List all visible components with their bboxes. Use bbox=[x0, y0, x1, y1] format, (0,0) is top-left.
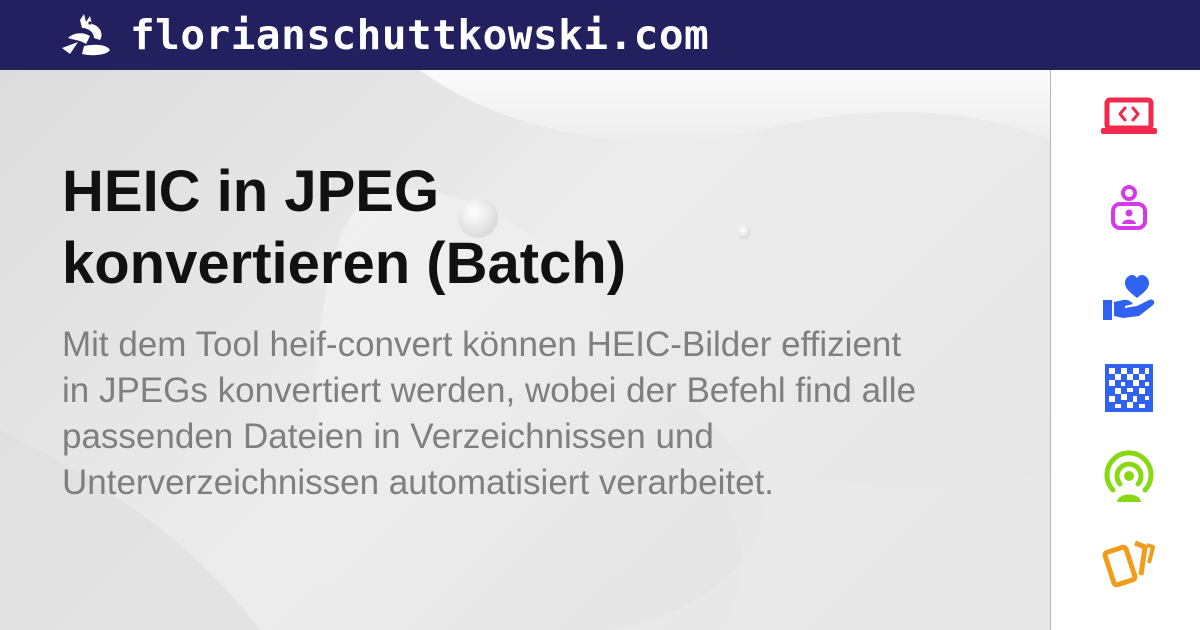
podcast-user-icon[interactable] bbox=[1101, 450, 1157, 506]
site-name[interactable]: florianschuttkowski.com bbox=[130, 10, 709, 60]
header-bar: florianschuttkowski.com bbox=[0, 0, 1200, 70]
page-title: HEIC in JPEG konvertieren (Batch) bbox=[62, 159, 627, 296]
cat-logo-icon[interactable] bbox=[60, 14, 112, 56]
cards-icon[interactable] bbox=[1101, 535, 1157, 591]
page-description: Mit dem Tool heif-convert können HEIC-Bi… bbox=[62, 325, 917, 502]
hand-heart-icon[interactable] bbox=[1101, 270, 1157, 326]
hero-section: HEIC in JPEG konvertieren (Batch) Mit de… bbox=[0, 70, 1050, 630]
laptop-code-icon[interactable] bbox=[1101, 90, 1157, 146]
category-sidebar bbox=[1050, 70, 1200, 630]
user-badge-icon[interactable] bbox=[1101, 180, 1157, 236]
qr-code-icon[interactable] bbox=[1101, 360, 1157, 416]
